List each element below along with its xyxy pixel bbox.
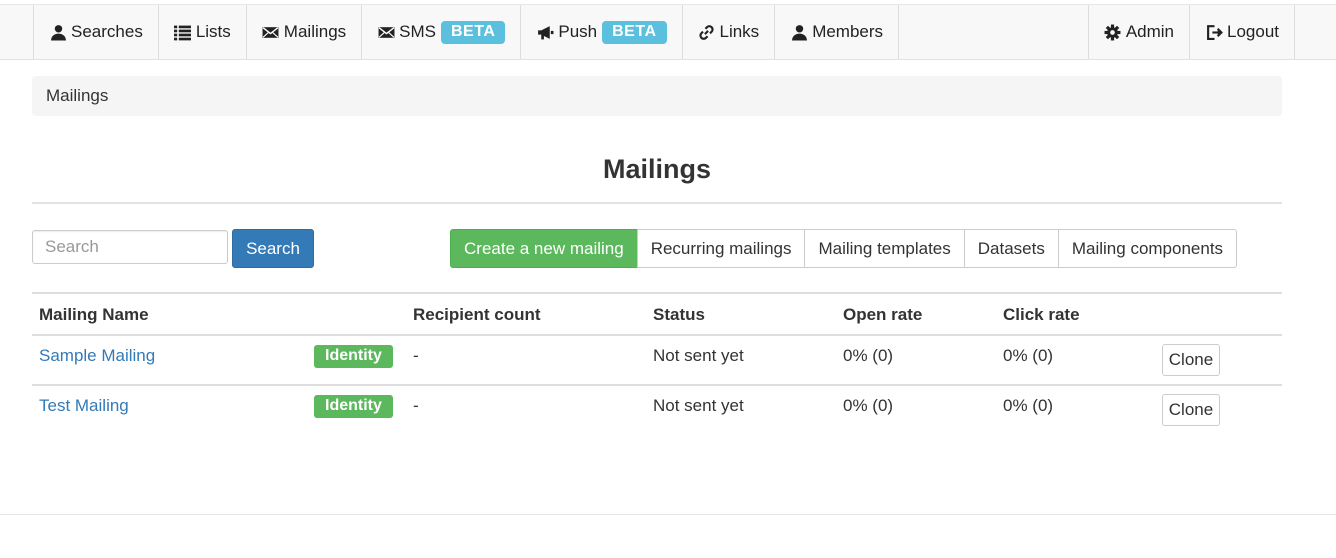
clone-button[interactable]: Clone: [1162, 344, 1220, 376]
search-input[interactable]: [32, 230, 228, 264]
nav-logout[interactable]: Logout: [1190, 5, 1295, 59]
user-icon: [790, 23, 808, 41]
envelope-icon: [262, 23, 280, 41]
nav-left-group: Searches Lists Mailings SMS BETA Push BE…: [33, 5, 900, 59]
nav-lists-label: Lists: [195, 22, 231, 41]
identity-label: Identity: [314, 345, 393, 368]
nav-admin-label: Admin: [1125, 22, 1174, 41]
nav-mailings[interactable]: Mailings: [247, 5, 363, 59]
mailing-components-button[interactable]: Mailing components: [1057, 229, 1238, 268]
bullhorn-icon: [536, 23, 554, 41]
row-divider: [32, 384, 1282, 386]
mailing-name-link[interactable]: Sample Mailing: [39, 346, 155, 366]
identity-label: Identity: [314, 395, 393, 418]
recipient-count: -: [413, 396, 419, 415]
mailing-name-link[interactable]: Test Mailing: [39, 396, 129, 416]
breadcrumb: Mailings: [32, 76, 1282, 116]
row-divider: [32, 334, 1282, 336]
page-title: Mailings: [602, 154, 711, 184]
mailing-actions: Create a new mailing Recurring mailings …: [450, 229, 1238, 268]
link-icon: [698, 23, 716, 41]
datasets-button[interactable]: Datasets: [963, 229, 1059, 268]
logout-icon: [1205, 23, 1223, 41]
nav-push[interactable]: Push BETA: [521, 5, 683, 59]
create-mailing-button[interactable]: Create a new mailing: [450, 229, 638, 268]
nav-members-label: Members: [812, 22, 884, 41]
nav-logout-label: Logout: [1227, 22, 1279, 41]
status-text: Not sent yet: [653, 396, 744, 415]
envelope-icon: [377, 23, 395, 41]
nav-members[interactable]: Members: [775, 5, 900, 59]
clone-button[interactable]: Clone: [1162, 394, 1220, 426]
click-rate: 0% (0): [1003, 396, 1054, 415]
title-divider: [32, 202, 1282, 204]
column-header-recipients: Recipient count: [413, 305, 541, 324]
recurring-mailings-button[interactable]: Recurring mailings: [636, 229, 806, 268]
beta-badge: BETA: [441, 20, 506, 44]
cog-icon: [1104, 23, 1122, 41]
nav-lists[interactable]: Lists: [159, 5, 247, 59]
nav-right-group: Admin Logout: [1087, 5, 1295, 59]
top-navbar: Searches Lists Mailings SMS BETA Push BE…: [0, 4, 1336, 60]
nav-links[interactable]: Links: [683, 5, 776, 59]
column-header-name: Mailing Name: [39, 305, 149, 324]
column-header-click-rate: Click rate: [1003, 305, 1080, 324]
search-button[interactable]: Search: [232, 229, 314, 268]
nav-sms[interactable]: SMS BETA: [362, 5, 522, 59]
nav-searches[interactable]: Searches: [34, 5, 159, 59]
user-icon: [49, 23, 67, 41]
recipient-count: -: [413, 346, 419, 365]
nav-admin[interactable]: Admin: [1089, 5, 1190, 59]
nav-push-label: Push: [558, 22, 598, 41]
click-rate: 0% (0): [1003, 346, 1054, 365]
table-top-border: [32, 292, 1282, 294]
beta-badge: BETA: [602, 20, 667, 44]
column-header-open-rate: Open rate: [843, 305, 923, 324]
nav-sms-label: SMS: [399, 22, 436, 41]
breadcrumb-current: Mailings: [46, 86, 109, 105]
open-rate: 0% (0): [843, 346, 894, 365]
nav-searches-label: Searches: [71, 22, 143, 41]
nav-mailings-label: Mailings: [283, 22, 347, 41]
footer-divider: [0, 514, 1336, 515]
column-header-status: Status: [653, 305, 705, 324]
list-icon: [174, 23, 192, 41]
open-rate: 0% (0): [843, 396, 894, 415]
nav-links-label: Links: [719, 22, 760, 41]
mailing-templates-button[interactable]: Mailing templates: [804, 229, 965, 268]
status-text: Not sent yet: [653, 346, 744, 365]
